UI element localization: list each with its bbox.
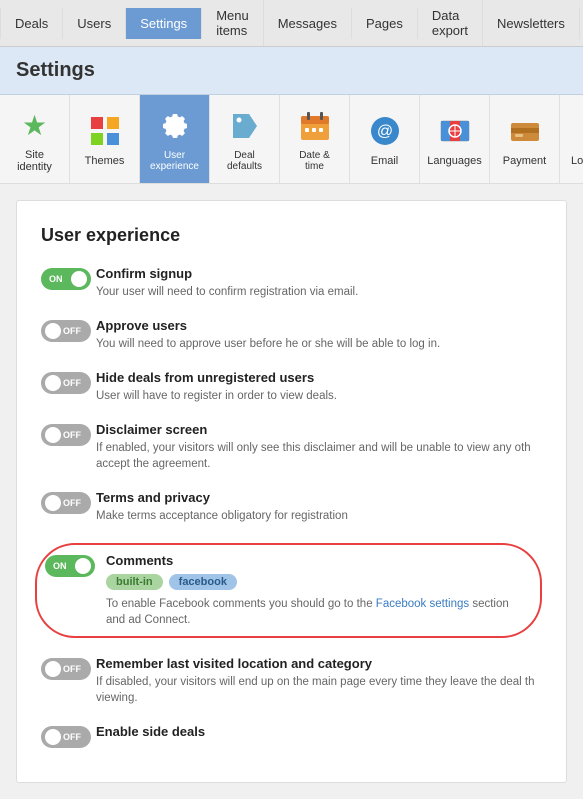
- nav-pages[interactable]: Pages: [352, 8, 418, 39]
- nav-data-export[interactable]: Data export: [418, 0, 483, 46]
- setting-desc-hide-deals: User will have to register in order to v…: [96, 388, 542, 404]
- toggle-confirm-signup[interactable]: ON: [41, 268, 96, 290]
- icon-nav-user-experience[interactable]: User experience: [140, 95, 210, 183]
- tag-built-in: built-in: [106, 574, 163, 590]
- toggle-approve-users[interactable]: OFF: [41, 320, 96, 342]
- setting-desc-terms: Make terms acceptance obligatory for reg…: [96, 508, 542, 524]
- setting-title-terms: Terms and privacy: [96, 490, 542, 505]
- toggle-comments[interactable]: ON: [45, 555, 100, 577]
- setting-desc-confirm-signup: Your user will need to confirm registrat…: [96, 284, 542, 300]
- icon-nav-date-time[interactable]: Date & time: [280, 95, 350, 183]
- nav-menu-items[interactable]: Menu items: [202, 0, 264, 46]
- icon-nav-languages[interactable]: Languages: [420, 95, 490, 183]
- toggle-disclaimer[interactable]: OFF: [41, 424, 96, 446]
- setting-approve-users: OFF Approve users You will need to appro…: [41, 318, 542, 352]
- grid-icon: [85, 111, 125, 151]
- nav-newsletters[interactable]: Newsletters: [483, 8, 580, 39]
- toggle-hide-deals[interactable]: OFF: [41, 372, 96, 394]
- top-navigation: Deals Users Settings Menu items Messages…: [0, 0, 583, 47]
- setting-desc-disclaimer: If enabled, your visitors will only see …: [96, 440, 542, 472]
- setting-confirm-signup: ON Confirm signup Your user will need to…: [41, 266, 542, 300]
- icon-nav-themes[interactable]: Themes: [70, 95, 140, 183]
- nav-settings[interactable]: Settings: [126, 8, 202, 39]
- setting-title-confirm-signup: Confirm signup: [96, 266, 542, 281]
- setting-title-side-deals: Enable side deals: [96, 724, 542, 739]
- setting-title-remember-location: Remember last visited location and categ…: [96, 656, 542, 671]
- setting-title-hide-deals: Hide deals from unregistered users: [96, 370, 542, 385]
- setting-desc-comments: To enable Facebook comments you should g…: [106, 596, 522, 628]
- icon-nav-locations[interactable]: Locations: [560, 95, 583, 183]
- setting-desc-remember-location: If disabled, your visitors will end up o…: [96, 674, 542, 706]
- star-icon: ★: [15, 105, 55, 145]
- payment-icon: [505, 111, 545, 151]
- setting-terms: OFF Terms and privacy Make terms accepta…: [41, 490, 542, 524]
- icon-navigation: ★ Site identity Themes User experience: [0, 95, 583, 184]
- email-icon: @: [365, 111, 405, 151]
- tag-facebook: facebook: [169, 574, 237, 590]
- tag-icon: [225, 106, 265, 146]
- setting-title-disclaimer: Disclaimer screen: [96, 422, 542, 437]
- toggle-terms[interactable]: OFF: [41, 492, 96, 514]
- icon-nav-deal-defaults[interactable]: Deal defaults: [210, 95, 280, 183]
- main-content: User experience ON Confirm signup Your u…: [16, 200, 567, 783]
- setting-disclaimer: OFF Disclaimer screen If enabled, your v…: [41, 422, 542, 472]
- setting-remember-location: OFF Remember last visited location and c…: [41, 656, 542, 706]
- setting-title-approve-users: Approve users: [96, 318, 542, 333]
- icon-nav-payment[interactable]: Payment: [490, 95, 560, 183]
- calendar-icon: [295, 106, 335, 146]
- setting-hide-deals: OFF Hide deals from unregistered users U…: [41, 370, 542, 404]
- flag-icon: [575, 111, 583, 151]
- setting-side-deals: OFF Enable side deals: [41, 724, 542, 748]
- toggle-remember-location[interactable]: OFF: [41, 658, 96, 680]
- page-title: Settings: [0, 47, 583, 95]
- icon-nav-email[interactable]: @ Email: [350, 95, 420, 183]
- icon-nav-site-identity[interactable]: ★ Site identity: [0, 95, 70, 183]
- nav-users[interactable]: Users: [63, 8, 126, 39]
- nav-deals[interactable]: Deals: [0, 8, 63, 39]
- section-title: User experience: [41, 225, 542, 246]
- comment-tags: built-in facebook: [106, 574, 522, 590]
- setting-comments: ON Comments built-in facebook To enable …: [41, 543, 542, 638]
- facebook-settings-link[interactable]: Facebook settings: [376, 598, 469, 610]
- nav-messages[interactable]: Messages: [264, 8, 352, 39]
- languages-icon: [435, 111, 475, 151]
- setting-title-comments: Comments: [106, 553, 522, 568]
- gear-icon: [155, 106, 195, 146]
- toggle-side-deals[interactable]: OFF: [41, 726, 96, 748]
- svg-text:@: @: [376, 123, 392, 140]
- setting-desc-approve-users: You will need to approve user before he …: [96, 336, 542, 352]
